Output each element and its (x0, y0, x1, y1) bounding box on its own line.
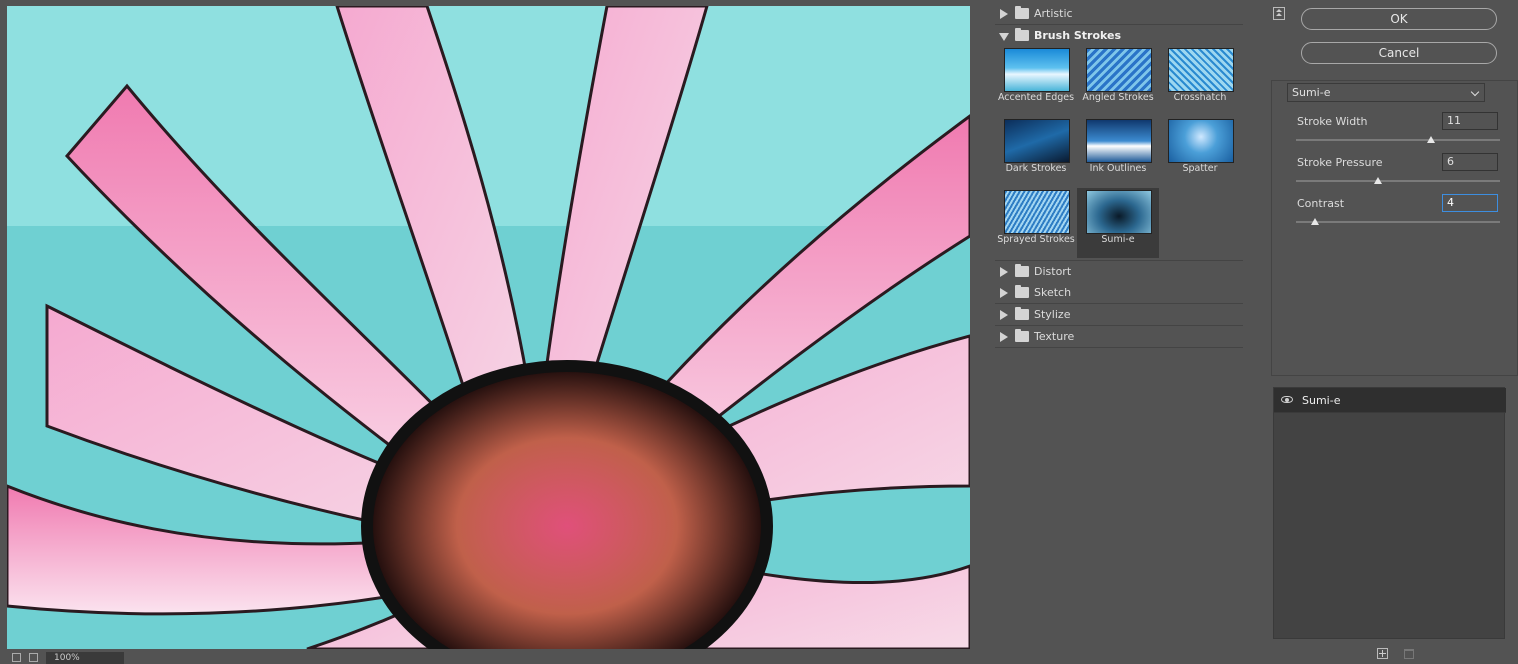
zoom-in-button[interactable] (29, 653, 38, 662)
filter-thumb-spatter[interactable]: Spatter (1159, 117, 1241, 187)
thumbnail-image (1168, 48, 1234, 92)
thumbnail-image (1004, 190, 1070, 234)
thumbnail-image (1086, 48, 1152, 92)
filter-select-value: Sumi-e (1292, 86, 1331, 99)
expand-arrow-icon (1000, 267, 1008, 277)
zoom-out-button[interactable] (12, 653, 21, 662)
thumbnail-image (1086, 119, 1152, 163)
contrast-input[interactable]: 4 (1442, 194, 1498, 212)
new-effect-layer-icon[interactable] (1377, 648, 1388, 659)
cancel-button[interactable]: Cancel (1301, 42, 1497, 64)
filter-thumb-crosshatch[interactable]: Crosshatch (1159, 46, 1241, 116)
contrast-slider[interactable] (1296, 221, 1500, 223)
flower-preview-graphic (7, 6, 970, 649)
folder-icon (1015, 264, 1029, 277)
stroke-pressure-input[interactable]: 6 (1442, 153, 1498, 171)
category-artistic[interactable]: Artistic (995, 3, 1243, 25)
category-texture[interactable]: Texture (995, 326, 1243, 348)
folder-icon (1015, 329, 1029, 342)
ok-button[interactable]: OK (1301, 8, 1497, 30)
category-label: Distort (1034, 265, 1072, 278)
filter-select[interactable]: Sumi-e (1287, 83, 1485, 102)
category-label: Texture (1034, 330, 1075, 343)
thumbnail-image (1086, 190, 1152, 234)
category-brush-strokes[interactable]: Brush Strokes (995, 25, 1243, 46)
filter-thumb-ink-outlines[interactable]: Ink Outlines (1077, 117, 1159, 187)
contrast-label: Contrast (1297, 197, 1345, 210)
category-distort[interactable]: Distort (995, 260, 1243, 283)
thumbnail-image (1168, 119, 1234, 163)
effect-layer-row[interactable]: Sumi-e (1274, 388, 1506, 413)
stroke-pressure-slider-thumb[interactable] (1374, 177, 1382, 184)
collapse-arrow-icon (999, 33, 1009, 41)
category-sketch[interactable]: Sketch (995, 282, 1243, 304)
settings-panel: OK Cancel Sumi-e Stroke Width 11 Stroke … (1259, 0, 1518, 659)
preview-image[interactable] (7, 6, 970, 649)
stroke-width-slider[interactable] (1296, 139, 1500, 141)
expand-arrow-icon (1000, 288, 1008, 298)
filter-thumb-accented-edges[interactable]: Accented Edges (995, 46, 1077, 116)
expand-arrow-icon (1000, 9, 1008, 19)
category-label: Sketch (1034, 286, 1072, 299)
folder-icon (1015, 307, 1029, 320)
category-label: Artistic (1034, 7, 1073, 20)
thumb-label: Sprayed Strokes (997, 234, 1075, 245)
stroke-pressure-slider[interactable] (1296, 180, 1500, 182)
stroke-width-label: Stroke Width (1297, 115, 1368, 128)
filter-thumb-sumi-e[interactable]: Sumi-e (1077, 188, 1159, 258)
category-label: Stylize (1034, 308, 1071, 321)
effect-layer-label: Sumi-e (1302, 394, 1341, 407)
filter-thumb-angled-strokes[interactable]: Angled Strokes (1077, 46, 1159, 116)
stroke-width-slider-thumb[interactable] (1427, 136, 1435, 143)
folder-icon (1015, 28, 1029, 41)
contrast-slider-thumb[interactable] (1311, 218, 1319, 225)
thumb-label: Ink Outlines (1089, 163, 1147, 174)
zoom-dropdown[interactable]: 100% (46, 652, 124, 664)
stroke-pressure-label: Stroke Pressure (1297, 156, 1383, 169)
filter-thumb-sprayed-strokes[interactable]: Sprayed Strokes (995, 188, 1077, 258)
expand-arrow-icon (1000, 332, 1008, 342)
preview-area: 100% (0, 0, 986, 664)
zoom-bar: 100% (0, 650, 986, 664)
thumbnail-image (1004, 48, 1070, 92)
thumbnail-image (1004, 119, 1070, 163)
expand-arrow-icon (1000, 310, 1008, 320)
filter-thumb-dark-strokes[interactable]: Dark Strokes (995, 117, 1077, 187)
collapse-gallery-icon[interactable] (1273, 7, 1285, 20)
thumb-label: Sumi-e (1101, 234, 1135, 245)
category-label: Brush Strokes (1034, 29, 1122, 42)
thumb-label: Angled Strokes (1082, 92, 1154, 103)
filter-gallery: Artistic Brush Strokes Accented Edges An… (995, 0, 1243, 659)
folder-icon (1015, 6, 1029, 19)
trash-icon[interactable] (1404, 649, 1414, 659)
thumb-label: Accented Edges (997, 92, 1075, 103)
effect-layers-panel: Sumi-e (1273, 387, 1506, 639)
thumb-label: Dark Strokes (1005, 163, 1067, 174)
chevron-down-icon (1470, 87, 1480, 97)
eye-icon[interactable] (1281, 396, 1293, 403)
stroke-width-input[interactable]: 11 (1442, 112, 1498, 130)
thumb-label: Spatter (1182, 163, 1218, 174)
thumb-label: Crosshatch (1173, 92, 1227, 103)
category-stylize[interactable]: Stylize (995, 304, 1243, 326)
folder-icon (1015, 285, 1029, 298)
